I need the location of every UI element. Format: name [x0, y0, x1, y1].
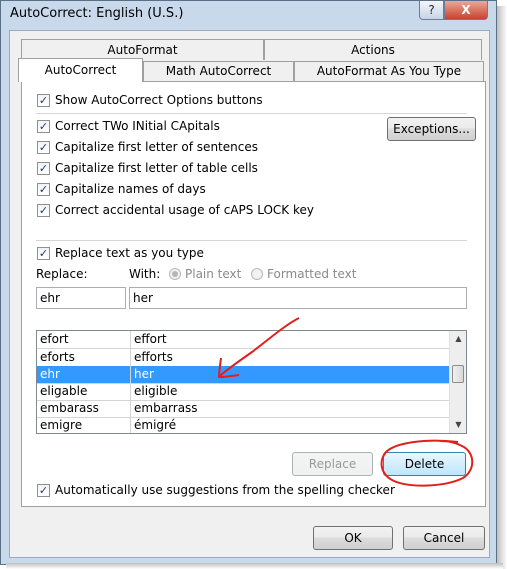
tab-autoformat[interactable]: AutoFormat — [21, 39, 264, 60]
show-options-checkbox[interactable]: ✓ — [37, 94, 50, 107]
list-item[interactable]: eligable eligible — [37, 383, 449, 400]
entry-from: embarass — [40, 401, 99, 415]
entry-from: emigre — [40, 418, 83, 432]
capitalize-table-cells-checkbox[interactable]: ✓ — [37, 162, 50, 175]
entry-from: eligable — [40, 384, 88, 398]
two-initial-caps-checkbox[interactable]: ✓ — [37, 120, 50, 133]
list-item[interactable]: eforts efforts — [37, 349, 449, 366]
plain-text-radio[interactable] — [169, 268, 181, 280]
list-item[interactable]: embarass embarrass — [37, 400, 449, 417]
entry-to: her — [134, 367, 154, 381]
ok-button[interactable]: OK — [313, 526, 393, 550]
list-item-selected[interactable]: ehr her — [37, 366, 449, 383]
spelling-suggestions-checkbox[interactable]: ✓ — [37, 484, 50, 497]
column-divider — [130, 331, 131, 433]
capitalize-days-checkbox[interactable]: ✓ — [37, 183, 50, 196]
with-input[interactable]: her — [129, 287, 467, 309]
title-bar[interactable]: AutoCorrect: English (U.S.) ? X — [1, 1, 496, 29]
tab-math-autocorrect[interactable]: Math AutoCorrect — [143, 61, 294, 81]
scroll-down-arrow-icon[interactable]: ▼ — [450, 417, 466, 433]
replace-input[interactable]: ehr — [36, 287, 126, 309]
formatted-text-radio[interactable] — [251, 268, 263, 280]
window-title: AutoCorrect: English (U.S.) — [10, 6, 184, 21]
replace-as-type-checkbox[interactable]: ✓ — [37, 247, 50, 260]
window-shadow-right — [497, 6, 507, 569]
help-button[interactable]: ? — [419, 1, 444, 20]
replace-label: Replace: — [36, 267, 88, 281]
separator — [36, 113, 467, 114]
capitalize-days-label: Capitalize names of days — [55, 182, 206, 196]
window-shadow-bottom — [6, 563, 503, 569]
entry-from: ehr — [40, 367, 60, 381]
scrollbar-thumb[interactable] — [452, 365, 464, 383]
with-label: With: — [129, 267, 161, 281]
entry-from: efort — [40, 332, 69, 346]
list-scrollbar[interactable]: ▲ ▼ — [449, 331, 466, 433]
entry-to: effort — [134, 332, 167, 346]
capitalize-table-cells-label: Capitalize first letter of table cells — [55, 161, 258, 175]
exceptions-button[interactable]: Exceptions... — [387, 117, 476, 141]
entry-to: efforts — [134, 350, 173, 364]
tab-autocorrect[interactable]: AutoCorrect — [18, 58, 143, 82]
tab-actions[interactable]: Actions — [264, 39, 482, 60]
separator — [36, 240, 467, 241]
replace-as-type-label: Replace text as you type — [55, 246, 204, 260]
close-button[interactable]: X — [444, 1, 488, 20]
entry-from: eforts — [40, 350, 75, 364]
autocorrect-entries-list[interactable]: efort effort eforts efforts ehr her elig… — [36, 330, 467, 434]
spelling-suggestions-label: Automatically use suggestions from the s… — [55, 483, 395, 497]
plain-text-label: Plain text — [185, 267, 242, 281]
two-initial-caps-label: Correct TWo INitial CApitals — [55, 119, 220, 133]
show-options-label: Show AutoCorrect Options buttons — [55, 93, 263, 107]
delete-button[interactable]: Delete — [383, 452, 466, 476]
capitalize-sentences-checkbox[interactable]: ✓ — [37, 141, 50, 154]
caps-lock-checkbox[interactable]: ✓ — [37, 204, 50, 217]
list-item[interactable]: efort effort — [37, 331, 449, 348]
cancel-button[interactable]: Cancel — [403, 526, 485, 550]
entry-to: eligible — [134, 384, 178, 398]
entry-to: embarrass — [134, 401, 198, 415]
replace-button[interactable]: Replace — [292, 452, 373, 476]
list-item[interactable]: emigre émigré — [37, 417, 449, 433]
tab-autoformat-as-you-type[interactable]: AutoFormat As You Type — [294, 61, 484, 81]
entry-to: émigré — [134, 418, 177, 432]
caps-lock-label: Correct accidental usage of cAPS LOCK ke… — [55, 203, 314, 217]
capitalize-sentences-label: Capitalize first letter of sentences — [55, 140, 258, 154]
scroll-up-arrow-icon[interactable]: ▲ — [450, 331, 466, 347]
formatted-text-label: Formatted text — [267, 267, 357, 281]
